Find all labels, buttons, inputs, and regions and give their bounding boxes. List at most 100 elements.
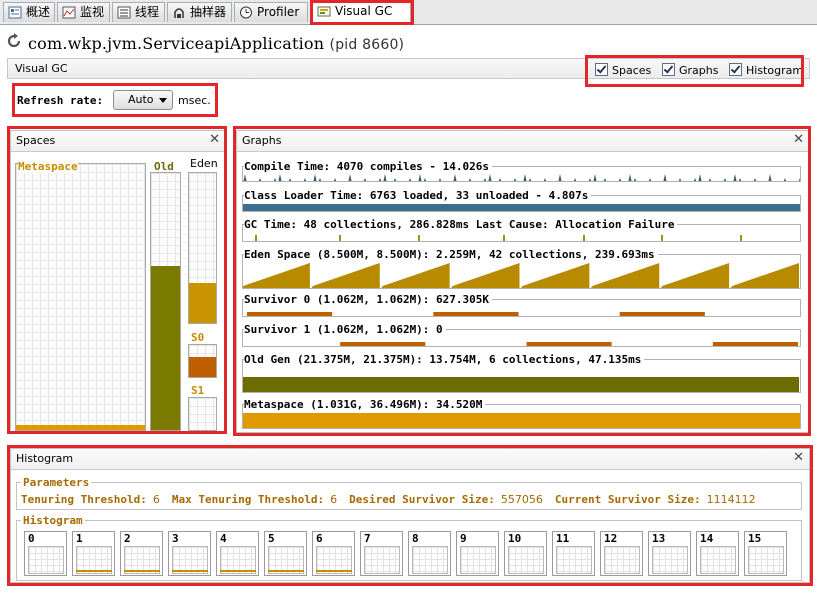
histogram-bin-grid bbox=[28, 546, 64, 574]
histogram-toggle[interactable]: Histogram bbox=[729, 63, 803, 77]
gc-time-tick bbox=[503, 235, 505, 241]
histogram-bin-grid bbox=[508, 546, 544, 574]
tab-profiler[interactable]: Profiler bbox=[234, 2, 308, 22]
graphs-panel-title: Graphs bbox=[242, 134, 282, 147]
tab-label: 抽样器 bbox=[190, 5, 227, 19]
survivor1-block bbox=[340, 342, 426, 346]
histogram-bin-grid bbox=[556, 546, 592, 574]
max-tenuring-threshold-value: 6 bbox=[330, 493, 338, 506]
tab-overview[interactable]: 概述 bbox=[3, 2, 55, 22]
tab-bar: 概述 监视 线程 抽样器 Profiler Visual GC bbox=[0, 0, 817, 25]
old-gen-gauge bbox=[150, 172, 181, 431]
profiler-icon bbox=[240, 6, 252, 19]
gc-time-tick bbox=[418, 235, 420, 241]
histogram-bin-bar bbox=[124, 570, 160, 572]
histogram-bin-grid bbox=[652, 546, 688, 574]
survivor1-block bbox=[526, 342, 612, 346]
tab-threads[interactable]: 线程 bbox=[112, 2, 165, 22]
app-name: com.wkp.jvm.ServiceapiApplication bbox=[28, 34, 325, 53]
histogram-bin: 9 bbox=[456, 531, 499, 576]
histogram-bin: 10 bbox=[504, 531, 547, 576]
gc-time-tick bbox=[740, 235, 742, 241]
parameters-title: Parameters bbox=[21, 476, 92, 489]
visual-gc-title: Visual GC bbox=[15, 62, 68, 75]
histogram-bin-bar bbox=[220, 570, 256, 572]
tenuring-threshold-label: Tenuring Threshold: bbox=[21, 493, 147, 506]
spaces-toggle[interactable]: Spaces bbox=[595, 63, 651, 77]
histogram-group-title: Histogram bbox=[21, 514, 85, 527]
desired-survivor-size-label: Desired Survivor Size: bbox=[349, 493, 495, 506]
compile-time-label: Compile Time: 4070 compiles - 14.026s bbox=[244, 160, 493, 173]
metaspace-graph-label: Metaspace (1.031G, 36.496M): 34.520M bbox=[244, 398, 486, 411]
survivor1-label: S1 bbox=[191, 384, 205, 397]
close-icon[interactable]: ✕ bbox=[793, 132, 804, 147]
eden-gauge bbox=[188, 172, 217, 324]
class-loader-series bbox=[243, 204, 800, 211]
histogram-bin-label: 10 bbox=[508, 532, 522, 545]
tab-label: 监视 bbox=[80, 5, 105, 19]
histogram-bin-label: 0 bbox=[28, 532, 35, 545]
survivor1-graph-label: Survivor 1 (1.062M, 1.062M): 0 bbox=[244, 323, 446, 336]
histogram-bin-label: 12 bbox=[604, 532, 618, 545]
histogram-bin-label: 1 bbox=[76, 532, 83, 545]
eden-fill bbox=[189, 282, 216, 323]
eden-space-series bbox=[243, 263, 799, 288]
histogram-bin: 12 bbox=[600, 531, 643, 576]
checkbox-checked-icon[interactable] bbox=[662, 63, 675, 76]
desired-survivor-size-value: 557056 bbox=[500, 493, 543, 506]
histogram-bin: 14 bbox=[696, 531, 739, 576]
histogram-bin-label: 15 bbox=[748, 532, 762, 545]
current-survivor-size-value: 1114112 bbox=[706, 493, 756, 506]
checkbox-checked-icon[interactable] bbox=[595, 63, 608, 76]
toggle-label: Spaces bbox=[612, 64, 652, 77]
histogram-panel-header: Histogram ✕ bbox=[11, 449, 809, 470]
current-survivor-size-label: Current Survivor Size: bbox=[554, 493, 701, 506]
histogram-bin-label: 5 bbox=[268, 532, 275, 545]
histogram-bin-label: 3 bbox=[172, 532, 179, 545]
survivor0-graph-label: Survivor 0 (1.062M, 1.062M): 627.305K bbox=[244, 293, 493, 306]
class-loader-label: Class Loader Time: 6763 loaded, 33 unloa… bbox=[244, 189, 592, 202]
survivor0-label: S0 bbox=[191, 331, 205, 344]
histogram-bin-label: 7 bbox=[364, 532, 371, 545]
histogram-bin-grid bbox=[412, 546, 448, 574]
survivor0-block bbox=[433, 312, 519, 316]
histogram-bin: 8 bbox=[408, 531, 451, 576]
close-icon[interactable]: ✕ bbox=[209, 132, 220, 147]
survivor1-gauge bbox=[188, 397, 217, 431]
histogram-bin: 2 bbox=[120, 531, 163, 576]
histogram-bin-grid bbox=[700, 546, 736, 574]
close-icon[interactable]: ✕ bbox=[793, 450, 804, 465]
refresh-spinner-icon bbox=[7, 33, 21, 48]
tab-sampler[interactable]: 抽样器 bbox=[167, 2, 232, 22]
gc-time-tick bbox=[255, 235, 257, 241]
checkbox-checked-icon[interactable] bbox=[729, 63, 742, 76]
refresh-rate-select[interactable]: Auto bbox=[113, 90, 173, 110]
eden-label: Eden bbox=[190, 157, 218, 170]
tab-label: 概述 bbox=[26, 5, 51, 19]
old-gen-fill bbox=[151, 265, 180, 430]
app-pid: (pid 8660) bbox=[329, 37, 405, 53]
spaces-panel-header: Spaces ✕ bbox=[11, 131, 225, 152]
histogram-bin: 4 bbox=[216, 531, 259, 576]
chevron-down-icon bbox=[159, 98, 167, 103]
old-gen-label: Old bbox=[154, 160, 174, 173]
sampler-icon bbox=[174, 8, 184, 18]
gc-time-label: GC Time: 48 collections, 286.828ms Last … bbox=[244, 218, 678, 231]
survivor0-block bbox=[619, 312, 705, 316]
survivor0-block bbox=[247, 312, 333, 316]
histogram-bin-label: 2 bbox=[124, 532, 131, 545]
tab-visual-gc[interactable]: Visual GC bbox=[312, 1, 411, 24]
survivor1-block bbox=[712, 342, 798, 346]
tab-monitor[interactable]: 监视 bbox=[57, 2, 110, 22]
gc-time-tick bbox=[583, 235, 585, 241]
histogram-bin-label: 11 bbox=[556, 532, 570, 545]
overview-icon bbox=[8, 6, 22, 19]
histogram-bin-label: 6 bbox=[316, 532, 323, 545]
refresh-rate-value: Auto bbox=[128, 93, 154, 106]
toggle-label: Histogram bbox=[746, 64, 804, 77]
histogram-bin-label: 14 bbox=[700, 532, 714, 545]
histogram-bin-grid bbox=[460, 546, 496, 574]
spaces-panel-title: Spaces bbox=[16, 134, 56, 147]
graphs-toggle[interactable]: Graphs bbox=[662, 63, 718, 77]
histogram-bin: 15 bbox=[744, 531, 787, 576]
